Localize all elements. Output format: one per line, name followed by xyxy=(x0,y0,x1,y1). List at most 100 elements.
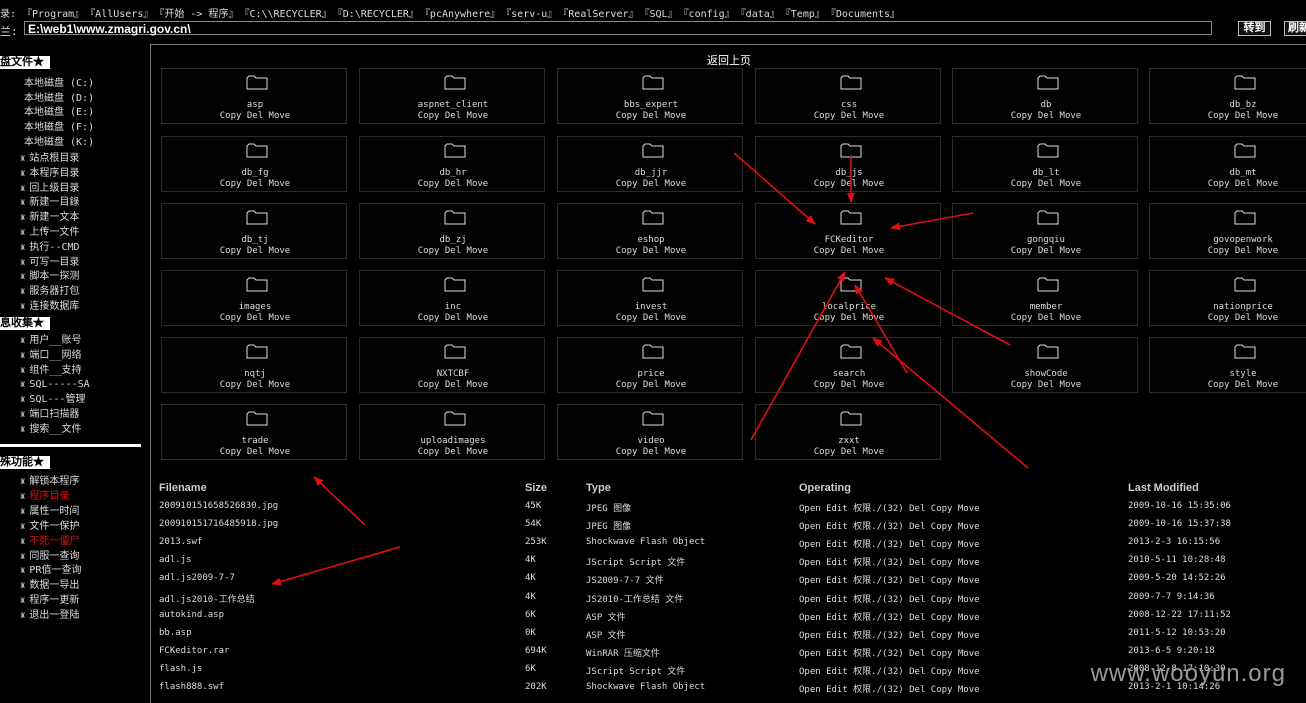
folder-actions[interactable]: Copy Del Move xyxy=(162,313,348,323)
sidebar-drive-item[interactable]: 本地磁盘 (C:) xyxy=(24,77,94,90)
folder-icon[interactable] xyxy=(246,411,268,426)
quick-link[interactable]: 『Temp』 xyxy=(786,9,825,20)
folder-name[interactable]: FCKeditor xyxy=(756,235,942,245)
folder-name[interactable]: db_zj xyxy=(360,235,546,245)
folder-icon[interactable] xyxy=(840,143,862,158)
folder-actions[interactable]: Copy Del Move xyxy=(558,111,744,121)
sidebar-info-item[interactable]: ♜ 搜索__文件 xyxy=(20,423,81,437)
folder-item[interactable]: nationprice Copy Del Move xyxy=(1149,270,1306,326)
folder-icon[interactable] xyxy=(444,344,466,359)
sidebar-drive-item[interactable]: 本地磁盘 (F:) xyxy=(24,121,94,134)
folder-name[interactable]: showCode xyxy=(953,369,1139,379)
folder-icon[interactable] xyxy=(444,277,466,292)
folder-actions[interactable]: Copy Del Move xyxy=(1150,246,1306,256)
folder-actions[interactable]: Copy Del Move xyxy=(162,246,348,256)
folder-name[interactable]: aspnet_client xyxy=(360,100,546,110)
folder-icon[interactable] xyxy=(642,210,664,225)
folder-name[interactable]: member xyxy=(953,302,1139,312)
folder-icon[interactable] xyxy=(246,75,268,90)
folder-name[interactable]: invest xyxy=(558,302,744,312)
folder-name[interactable]: images xyxy=(162,302,348,312)
folder-icon[interactable] xyxy=(642,344,664,359)
folder-item[interactable]: price Copy Del Move xyxy=(557,337,743,393)
quick-link[interactable]: 『serv-u』 xyxy=(506,9,557,20)
folder-actions[interactable]: Copy Del Move xyxy=(953,111,1139,121)
sidebar-special-item[interactable]: ♜ 程序一更新 xyxy=(20,594,79,608)
folder-actions[interactable]: Copy Del Move xyxy=(360,111,546,121)
folder-item[interactable]: search Copy Del Move xyxy=(755,337,941,393)
folder-actions[interactable]: Copy Del Move xyxy=(953,246,1139,256)
folder-icon[interactable] xyxy=(1037,143,1059,158)
quick-link[interactable]: 『D:\RECYCLER』 xyxy=(338,9,419,20)
folder-item[interactable]: video Copy Del Move xyxy=(557,404,743,460)
folder-actions[interactable]: Copy Del Move xyxy=(953,313,1139,323)
sidebar-info-item[interactable]: ♜ SQL---管理 xyxy=(20,393,86,407)
sidebar-special-item[interactable]: ♜ 解锁本程序 xyxy=(20,475,79,489)
folder-item[interactable]: db_jjr Copy Del Move xyxy=(557,136,743,192)
folder-actions[interactable]: Copy Del Move xyxy=(162,111,348,121)
folder-item[interactable]: db_mt Copy Del Move xyxy=(1149,136,1306,192)
folder-item[interactable]: asp Copy Del Move xyxy=(161,68,347,124)
folder-name[interactable]: trade xyxy=(162,436,348,446)
cell-operating[interactable]: Open Edit 权限./(32) Del Copy Move xyxy=(799,555,980,568)
folder-actions[interactable]: Copy Del Move xyxy=(558,447,744,457)
cell-operating[interactable]: Open Edit 权限./(32) Del Copy Move xyxy=(799,682,980,695)
folder-icon[interactable] xyxy=(1234,143,1256,158)
folder-actions[interactable]: Copy Del Move xyxy=(162,179,348,189)
folder-actions[interactable]: Copy Del Move xyxy=(756,380,942,390)
folder-actions[interactable]: Copy Del Move xyxy=(558,313,744,323)
sidebar-nav-item[interactable]: ♜ 本程序目录 xyxy=(20,167,79,181)
cell-operating[interactable]: Open Edit 权限./(32) Del Copy Move xyxy=(799,537,980,550)
folder-icon[interactable] xyxy=(246,210,268,225)
folder-name[interactable]: govopenwork xyxy=(1150,235,1306,245)
folder-item[interactable]: bbs_expert Copy Del Move xyxy=(557,68,743,124)
folder-name[interactable]: bbs_expert xyxy=(558,100,744,110)
cell-operating[interactable]: Open Edit 权限./(32) Del Copy Move xyxy=(799,592,980,605)
folder-actions[interactable]: Copy Del Move xyxy=(1150,179,1306,189)
sidebar-nav-item[interactable]: ♜ 可写一目录 xyxy=(20,256,79,270)
folder-icon[interactable] xyxy=(840,75,862,90)
quick-link[interactable]: 『SQL』 xyxy=(645,9,678,20)
folder-icon[interactable] xyxy=(1037,344,1059,359)
folder-icon[interactable] xyxy=(840,210,862,225)
folder-icon[interactable] xyxy=(642,143,664,158)
folder-item[interactable]: db_bz Copy Del Move xyxy=(1149,68,1306,124)
folder-icon[interactable] xyxy=(840,277,862,292)
cell-filename[interactable]: bb.asp xyxy=(159,628,192,638)
quick-link[interactable]: 『pcAnywhere』 xyxy=(425,9,500,20)
folder-name[interactable]: db_bz xyxy=(1150,100,1306,110)
folder-actions[interactable]: Copy Del Move xyxy=(162,380,348,390)
sidebar-nav-item[interactable]: ♜ 连接数据库 xyxy=(20,300,79,314)
folder-item[interactable]: eshop Copy Del Move xyxy=(557,203,743,259)
folder-name[interactable]: eshop xyxy=(558,235,744,245)
folder-actions[interactable]: Copy Del Move xyxy=(953,179,1139,189)
folder-icon[interactable] xyxy=(246,344,268,359)
folder-actions[interactable]: Copy Del Move xyxy=(558,179,744,189)
cell-filename[interactable]: flash.js xyxy=(159,664,202,674)
refresh-button[interactable]: 刷新 xyxy=(1284,21,1306,36)
folder-name[interactable]: db_jjr xyxy=(558,168,744,178)
sidebar-drive-item[interactable]: 本地磁盘 (E:) xyxy=(24,106,94,119)
folder-item[interactable]: FCKeditor Copy Del Move xyxy=(755,203,941,259)
folder-item[interactable]: inc Copy Del Move xyxy=(359,270,545,326)
folder-name[interactable]: video xyxy=(558,436,744,446)
folder-name[interactable]: localprice xyxy=(756,302,942,312)
folder-icon[interactable] xyxy=(444,143,466,158)
quick-link[interactable]: 『Documents』 xyxy=(831,9,900,20)
folder-name[interactable]: nationprice xyxy=(1150,302,1306,312)
quick-link[interactable]: 『Program』 xyxy=(22,9,84,20)
folder-item[interactable]: zxxt Copy Del Move xyxy=(755,404,941,460)
folder-item[interactable]: db_hr Copy Del Move xyxy=(359,136,545,192)
folder-item[interactable]: NXTCBF Copy Del Move xyxy=(359,337,545,393)
cell-operating[interactable]: Open Edit 权限./(32) Del Copy Move xyxy=(799,501,980,514)
cell-filename[interactable]: 2013.swf xyxy=(159,537,202,547)
folder-item[interactable]: db_zj Copy Del Move xyxy=(359,203,545,259)
folder-name[interactable]: css xyxy=(756,100,942,110)
sidebar-nav-item[interactable]: ♜ 站点根目录 xyxy=(20,152,79,166)
folder-icon[interactable] xyxy=(1234,210,1256,225)
folder-name[interactable]: nqtj xyxy=(162,369,348,379)
folder-icon[interactable] xyxy=(444,210,466,225)
folder-actions[interactable]: Copy Del Move xyxy=(756,246,942,256)
folder-item[interactable]: gongqiu Copy Del Move xyxy=(952,203,1138,259)
folder-item[interactable]: govopenwork Copy Del Move xyxy=(1149,203,1306,259)
